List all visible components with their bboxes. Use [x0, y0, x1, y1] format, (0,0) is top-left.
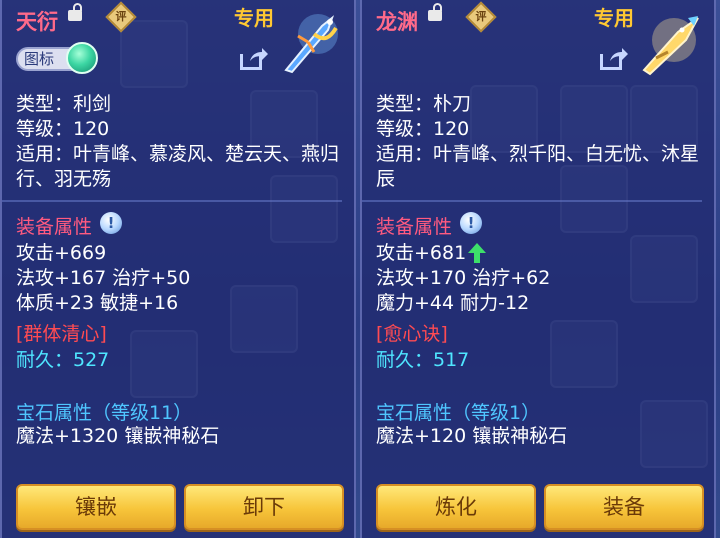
- skill-name: [愈心诀]: [376, 323, 448, 345]
- rate-label: 评: [115, 10, 127, 23]
- attr-line: 法攻+170 治疗+62: [376, 267, 551, 289]
- attr-header: 装备属性: [16, 216, 93, 238]
- item-name: 龙渊: [376, 10, 418, 34]
- divider: [2, 200, 342, 202]
- up-arrow-icon: [468, 243, 486, 263]
- rate-badge-icon[interactable]: 评: [465, 1, 497, 33]
- item-name: 天衍: [16, 10, 58, 34]
- weapon-sword-icon: [284, 14, 338, 74]
- toggle-label: 图标: [24, 50, 55, 68]
- gem-line: 魔法+1320 镶嵌神秘石: [16, 425, 220, 447]
- item-type: 类型：利剑: [16, 93, 112, 115]
- attr-header: 装备属性: [376, 216, 453, 238]
- item-level: 等级：120: [376, 118, 470, 140]
- gem-header: 宝石属性（等级1）: [376, 402, 541, 424]
- item-type: 类型：朴刀: [376, 93, 472, 115]
- item-applicable: 适用：叶青峰、烈千阳、白无忧、沐星辰: [376, 143, 700, 190]
- inlay-button[interactable]: 镶嵌: [16, 484, 176, 530]
- attr-line: 攻击+669: [16, 242, 107, 264]
- gem-header: 宝石属性（等级11）: [16, 402, 193, 424]
- divider: [362, 200, 702, 202]
- gem-line: 魔法+120 镶嵌神秘石: [376, 425, 568, 447]
- durability: 耐久：527: [16, 349, 110, 371]
- equip-button[interactable]: 装备: [544, 484, 704, 530]
- attr-line: 法攻+167 治疗+50: [16, 267, 191, 289]
- icon-toggle[interactable]: 图标: [16, 42, 98, 74]
- item-detail-panel-right: 龙渊 评 专用 类型：朴刀 等级：120 适用：叶青峰、烈千阳、白无忧、沐星辰 …: [360, 0, 716, 538]
- skill-name: [群体清心]: [16, 323, 107, 345]
- attr-line: 魔力+44 耐力-12: [376, 292, 530, 314]
- durability: 耐久：517: [376, 349, 470, 371]
- attr-line: 攻击+681: [376, 242, 467, 264]
- exclusive-label: 专用: [594, 6, 634, 30]
- refine-button[interactable]: 炼化: [376, 484, 536, 530]
- attr-line: 体质+23 敏捷+16: [16, 292, 179, 314]
- unload-button[interactable]: 卸下: [184, 484, 344, 530]
- lock-icon[interactable]: [428, 3, 442, 22]
- toggle-knob: [66, 42, 98, 74]
- item-level: 等级：120: [16, 118, 110, 140]
- item-detail-panel-left: 天衍 评 专用 图标 类型：利剑 等级：120 适用：叶青峰、慕凌风、楚云天、燕…: [0, 0, 356, 538]
- lock-icon[interactable]: [68, 3, 82, 22]
- rate-label: 评: [475, 10, 487, 23]
- rate-badge-icon[interactable]: 评: [105, 1, 137, 33]
- item-applicable: 适用：叶青峰、慕凌风、楚云天、燕归行、羽无殇: [16, 143, 340, 190]
- info-hint-icon[interactable]: !: [460, 212, 482, 234]
- weapon-blade-icon: [642, 16, 699, 76]
- share-icon[interactable]: [600, 48, 628, 72]
- exclusive-label: 专用: [234, 6, 274, 30]
- info-hint-icon[interactable]: !: [100, 212, 122, 234]
- share-icon[interactable]: [240, 48, 268, 72]
